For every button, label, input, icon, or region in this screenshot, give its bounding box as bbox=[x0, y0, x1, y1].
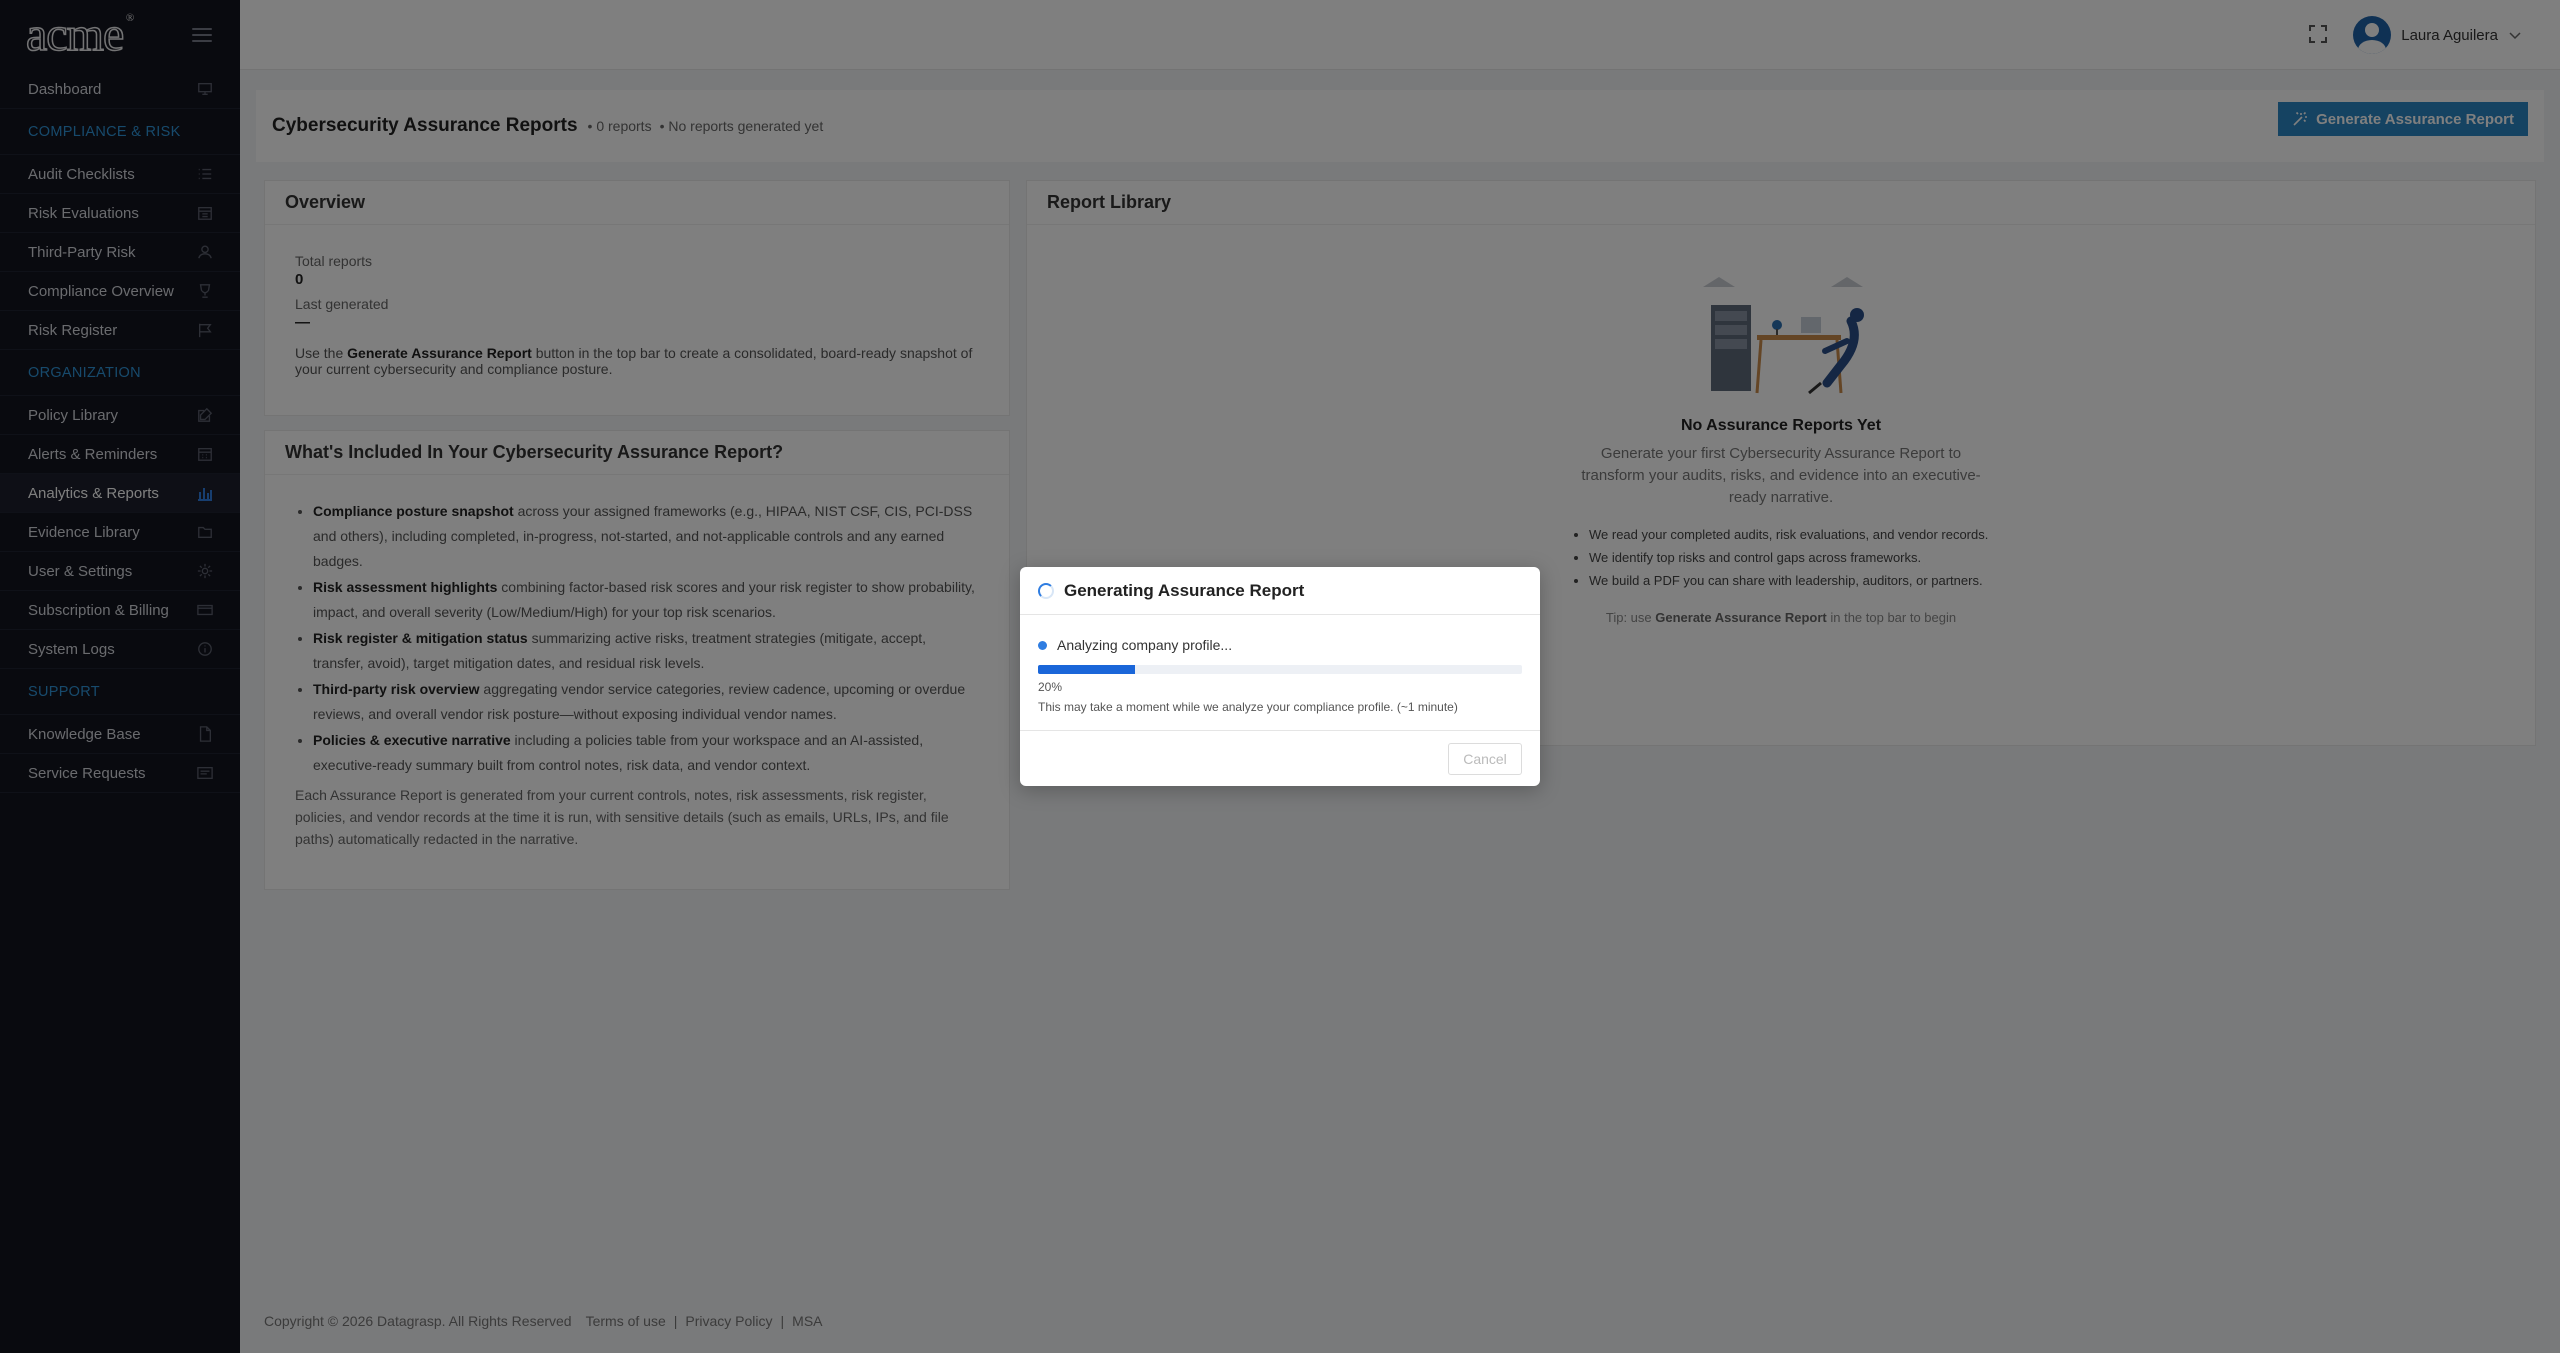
modal-title: Generating Assurance Report bbox=[1064, 580, 1305, 600]
progress-hint: This may take a moment while we analyze … bbox=[1038, 700, 1458, 714]
generating-report-modal: Generating Assurance Report Analyzing co… bbox=[1020, 567, 1540, 786]
modal-backdrop: Generating Assurance Report Analyzing co… bbox=[0, 0, 2560, 1353]
progress-step: Analyzing company profile... bbox=[1038, 637, 1522, 653]
loading-spinner-icon bbox=[1038, 582, 1054, 599]
modal-header: Generating Assurance Report bbox=[1020, 567, 1540, 615]
progress-percent: 20% bbox=[1038, 680, 1063, 694]
step-status-dot bbox=[1038, 640, 1047, 650]
cancel-button[interactable]: Cancel bbox=[1448, 743, 1522, 775]
modal-footer: Cancel bbox=[1020, 730, 1540, 786]
step-label: Analyzing company profile... bbox=[1057, 637, 1233, 653]
progress-bar-fill bbox=[1038, 665, 1135, 674]
progress-bar bbox=[1038, 665, 1522, 674]
modal-body: Analyzing company profile... 20% This ma… bbox=[1020, 615, 1540, 714]
